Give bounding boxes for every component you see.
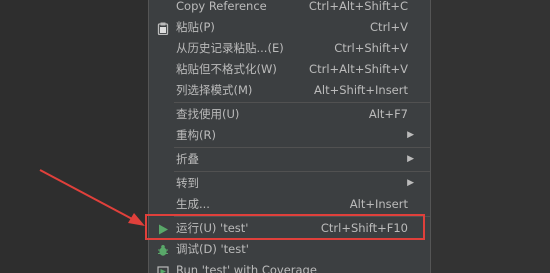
annotation-arrow-icon xyxy=(39,169,145,226)
